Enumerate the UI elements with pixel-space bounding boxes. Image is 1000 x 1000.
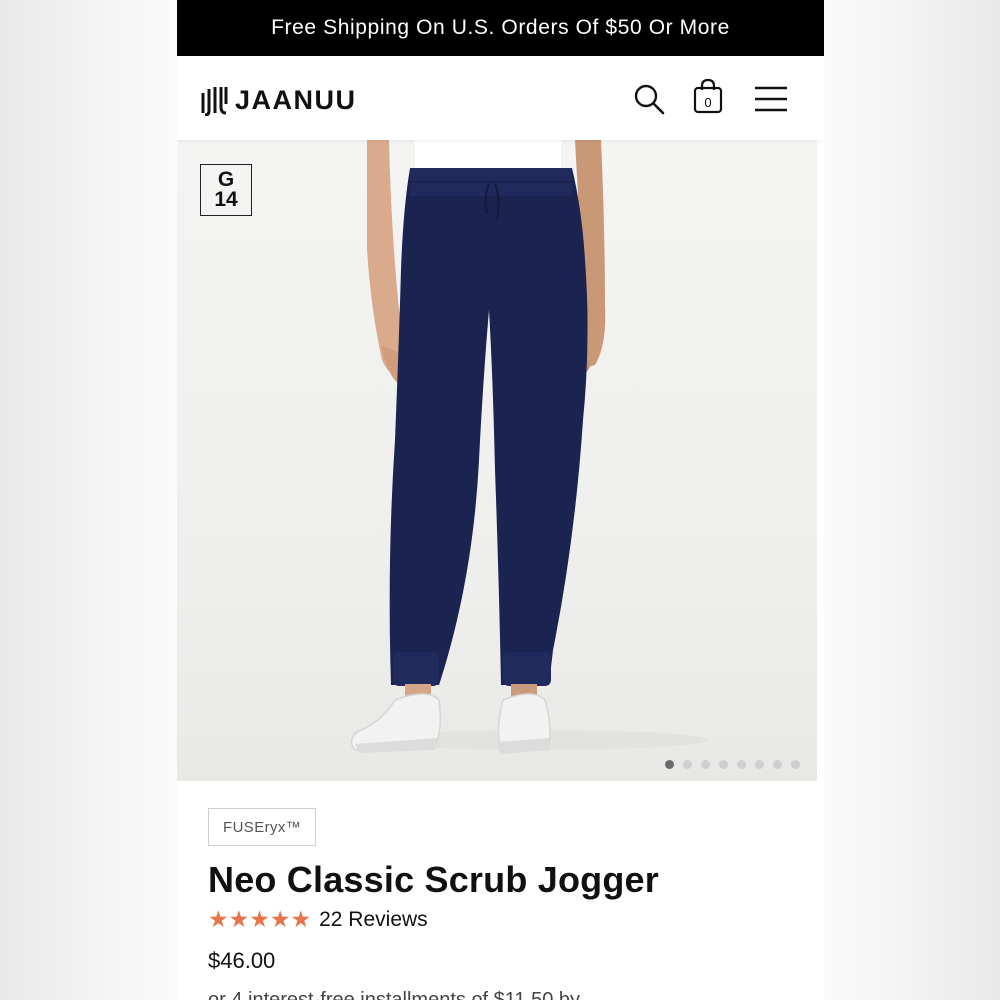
installments-text: or 4 interest-free installments of $11.5… xyxy=(208,989,581,1000)
search-button[interactable] xyxy=(631,81,667,117)
gallery-edge xyxy=(817,140,824,781)
product-info: FUSEryx™ Neo Classic Scrub Jogger ★★★★★ … xyxy=(177,781,824,1000)
cart-button[interactable]: 0 xyxy=(691,78,725,118)
gallery-dot-3[interactable] xyxy=(701,760,710,769)
hamburger-menu-icon xyxy=(755,86,787,112)
brand-name: JAANUU xyxy=(235,84,357,115)
product-title: Neo Classic Scrub Jogger xyxy=(208,859,659,900)
product-image-gallery[interactable]: G 14 xyxy=(177,140,817,781)
jogger-pants xyxy=(389,168,588,685)
promo-banner[interactable]: Free Shipping On U.S. Orders Of $50 Or M… xyxy=(177,0,824,56)
fabric-tag-label: FUSEryx™ xyxy=(223,818,302,836)
gallery-dot-4[interactable] xyxy=(719,760,728,769)
product-photo xyxy=(350,140,707,754)
gallery-dot-5[interactable] xyxy=(737,760,746,769)
gallery-dot-2[interactable] xyxy=(683,760,692,769)
gallery-dot-8[interactable] xyxy=(791,760,800,769)
search-icon xyxy=(634,84,665,115)
cart-count: 0 xyxy=(704,95,712,110)
product-rating[interactable]: ★★★★★ 22 Reviews xyxy=(208,906,428,933)
menu-button[interactable] xyxy=(753,84,789,114)
gallery-dot-7[interactable] xyxy=(773,760,782,769)
logo-mark-icon xyxy=(201,87,228,116)
size-badge-number: 14 xyxy=(214,188,238,211)
size-badge: G 14 xyxy=(200,164,252,216)
size-badge-letter: G xyxy=(217,168,235,191)
star-rating-icon: ★★★★★ xyxy=(208,906,312,932)
brand-logo[interactable]: JAANUU xyxy=(200,83,357,117)
reviews-link[interactable]: 22 Reviews xyxy=(319,908,428,932)
gallery-pagination xyxy=(665,760,800,769)
promo-banner-text: Free Shipping On U.S. Orders Of $50 Or M… xyxy=(271,16,730,39)
site-header: JAANUU 0 xyxy=(177,56,824,140)
gallery-dot-1[interactable] xyxy=(665,760,674,769)
product-price: $46.00 xyxy=(208,948,276,973)
fabric-tag[interactable]: FUSEryx™ xyxy=(208,808,317,846)
gallery-dot-6[interactable] xyxy=(755,760,764,769)
mobile-page: Free Shipping On U.S. Orders Of $50 Or M… xyxy=(177,0,824,1000)
